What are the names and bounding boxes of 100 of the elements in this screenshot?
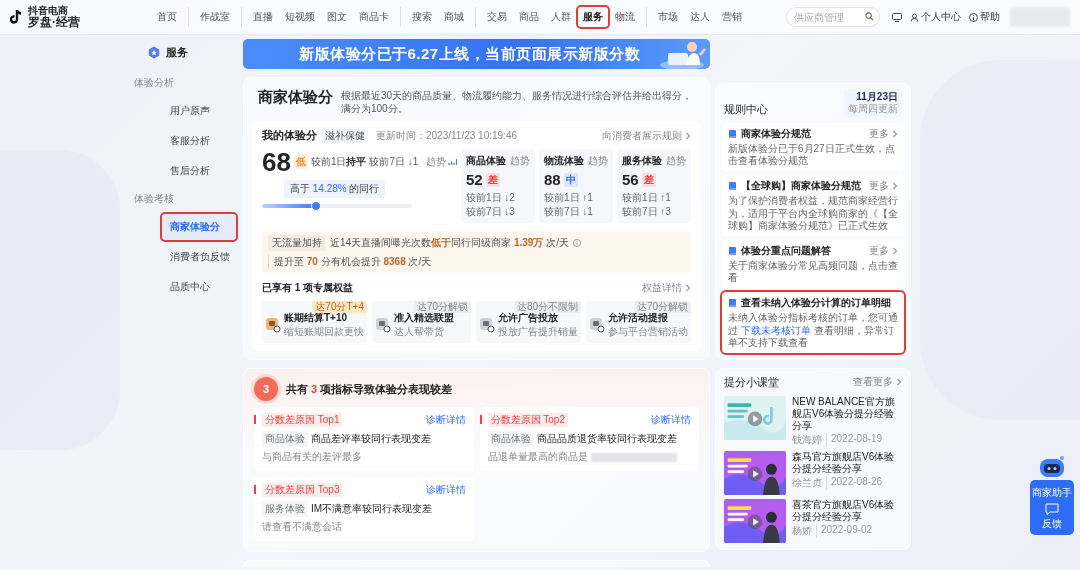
nav-tab[interactable]: 人群: [546, 7, 576, 27]
rule-item[interactable]: 【全球购】商家体验分规范 更多 为了保护消费者权益，规范商家经营行为，适用于平台内全球购商家的《【全球购】商家体验分规范》已正式生效: [722, 175, 904, 236]
week-compare: 较前7日 ↓3: [466, 204, 516, 218]
week-compare: 较前7日 ↓1: [544, 204, 594, 218]
nav-tab[interactable]: 交易: [482, 7, 512, 27]
notice-tip: 提升至 70 分有机会提升 8368 次/天: [268, 255, 432, 269]
benefit-title: 准入精选联盟: [394, 311, 454, 325]
issue-tag: 商品体验: [487, 431, 534, 447]
nav-tab[interactable]: 搜索: [407, 7, 437, 27]
nav-tab[interactable]: 商城: [439, 7, 469, 27]
nav-tab[interactable]: 商品卡: [354, 7, 394, 27]
dimension-score: 56: [622, 171, 639, 188]
video-title[interactable]: 森马官方旗舰店V6体验分提分经验分享: [792, 450, 902, 475]
trend-link[interactable]: 趋势: [588, 154, 608, 168]
benefit-title: 允许广告投放: [498, 311, 559, 325]
rule-title: 体验分重点问题解答: [741, 243, 831, 258]
total-score: 68: [262, 149, 291, 175]
account-link[interactable]: 个人中心: [910, 10, 961, 24]
nav-tab[interactable]: 图文: [322, 7, 352, 27]
more-link[interactable]: 更多: [869, 243, 898, 258]
video-author: 杨娇: [792, 523, 812, 538]
book-icon: [728, 245, 737, 256]
nav-tab[interactable]: 短视频: [280, 7, 320, 27]
sidebar-item[interactable]: 品质中心: [162, 274, 236, 300]
issue-tag: 商品体验: [262, 431, 308, 447]
sidebar-item[interactable]: 消费者负反馈: [162, 244, 236, 270]
search-icon[interactable]: [865, 12, 874, 21]
issue-detail: 请查看不满意会话: [262, 520, 342, 534]
assistant-button[interactable]: 商家助手: [1032, 486, 1072, 500]
chevron-icon: [685, 131, 691, 140]
rule-item[interactable]: 查看未纳入体验分计算的订单明细 未纳入体验分指标考核的订单，您可通过 下载未考核订单 查看明细，异常订单不支持下载查看: [722, 292, 904, 353]
benefit-subtitle: 达人帮带货: [394, 325, 445, 339]
benefit-card[interactable]: 达70分解锁 允许活动提报 参与平台营销活动: [586, 301, 691, 343]
help-link[interactable]: 帮助: [969, 10, 1000, 24]
rule-item[interactable]: 商家体验分规范 更多 新版体验分已于6月27日正式生效，点击查看体验分规范: [722, 123, 904, 172]
rule-title: 查看未纳入体验分计算的订单明细: [741, 296, 891, 311]
issue-label: 分数差原因 Top2: [487, 413, 568, 427]
nav-tab[interactable]: 商品: [514, 7, 544, 27]
more-link[interactable]: 更多: [869, 127, 898, 141]
rule-title: 商家体验分规范: [741, 127, 811, 141]
issue-detail: 品退单量最高的商品是: [487, 450, 588, 464]
rule-item[interactable]: 体验分重点问题解答 更多 关于商家体验分常见高频问题，点击查看: [722, 239, 904, 289]
nav-tab[interactable]: 市场: [653, 7, 683, 27]
issue-text: IM不满意率较同行表现变差: [311, 502, 433, 516]
diagnosis-link[interactable]: 诊断详情: [425, 483, 466, 497]
rule-description: 未纳入体验分指标考核的订单，您可通过 下载未考核订单 查看明细，异常订单不支持下载查看: [728, 312, 898, 349]
benefit-card[interactable]: 达80分不限制 允许广告投放 投放广告提升销量: [476, 301, 581, 343]
issue-text: 商品品质退货率较同行表现变差: [536, 432, 677, 446]
download-link[interactable]: 下载未考核订单: [740, 324, 811, 336]
benefit-icon: [589, 317, 605, 333]
trend-link[interactable]: 趋势: [426, 155, 457, 169]
sidebar-item[interactable]: 客服分析: [162, 128, 236, 154]
sidebar-item[interactable]: 售后分析: [162, 158, 236, 184]
logo-subtitle: 抖音电商: [28, 6, 68, 16]
sidebar-heading: 体验考核: [133, 192, 175, 206]
video-title[interactable]: NEW BALANCE官方旗舰店V6体验分提分经验分享: [792, 395, 902, 432]
book-icon: [728, 298, 737, 309]
dimension-name: 服务体验: [622, 154, 662, 168]
benefit-card[interactable]: 达70分T+4 账期结算T+10 缩短账期回款更快: [262, 301, 367, 343]
more-link[interactable]: 更多: [869, 179, 898, 194]
chevron-icon: [685, 284, 691, 292]
robot-icon: [1038, 455, 1066, 479]
sidebar-item[interactable]: 商家体验分: [162, 214, 236, 240]
nav-tab[interactable]: 首页: [152, 7, 182, 27]
category-tag: 滋补保健: [322, 128, 368, 143]
issues-title: 共有 3 项指标导致体验分表现较差: [286, 381, 453, 397]
grade-tag: 差: [641, 172, 656, 187]
search-field[interactable]: 供应商管理: [786, 7, 880, 27]
benefit-card[interactable]: 达70分解锁 准入精选联盟 达人帮带货: [372, 301, 471, 343]
grade-tag: 低: [293, 155, 308, 169]
day-compare: 较前1日持平: [310, 155, 367, 169]
benefit-subtitle: 缩短账期回款更快: [284, 325, 364, 339]
nav-tab[interactable]: 服务: [578, 7, 608, 27]
trend-link[interactable]: 趋势: [666, 154, 686, 168]
nav-tab[interactable]: 营销: [717, 7, 747, 27]
nav-tab[interactable]: 作战室: [195, 7, 235, 27]
book-icon: [728, 129, 737, 139]
grade-tag: 中: [563, 172, 578, 187]
sidebar-item[interactable]: 用户原声: [162, 98, 236, 124]
trend-link[interactable]: 趋势: [510, 154, 530, 168]
trend-icon: [448, 158, 457, 166]
rule-description: 为了保护消费者权益，规范商家经营行为，适用于平台内全球购商家的《【全球购】商家体验分规范》已正式生效: [728, 195, 898, 232]
issue-tag: 服务体验: [262, 501, 308, 517]
video-title[interactable]: 喜茶官方旗舰店V6体验分提分经验分享: [792, 498, 902, 523]
benefits-link[interactable]: 权益详情: [642, 281, 691, 295]
benefit-badge: 达70分解锁: [633, 301, 691, 313]
day-compare: 较前1日 ↑1: [544, 191, 594, 205]
rules-link[interactable]: 向消费者展示规则: [602, 128, 691, 143]
chevron-icon: [892, 130, 898, 138]
sidebar-title: 服务: [166, 45, 188, 60]
nav-tab[interactable]: 物流: [610, 7, 640, 27]
nav-tab[interactable]: 直播: [248, 7, 278, 27]
nav-tab[interactable]: 达人: [685, 7, 715, 27]
more-link[interactable]: 查看更多: [853, 375, 902, 390]
diagnosis-link[interactable]: 诊断详情: [425, 413, 466, 427]
feedback-button[interactable]: 反馈: [1042, 503, 1062, 531]
video-date: 2022-09-02: [816, 523, 873, 538]
chevron-icon: [892, 246, 898, 255]
diagnosis-link[interactable]: 诊断详情: [651, 413, 691, 427]
panel-title: 我的体验分: [262, 128, 317, 143]
